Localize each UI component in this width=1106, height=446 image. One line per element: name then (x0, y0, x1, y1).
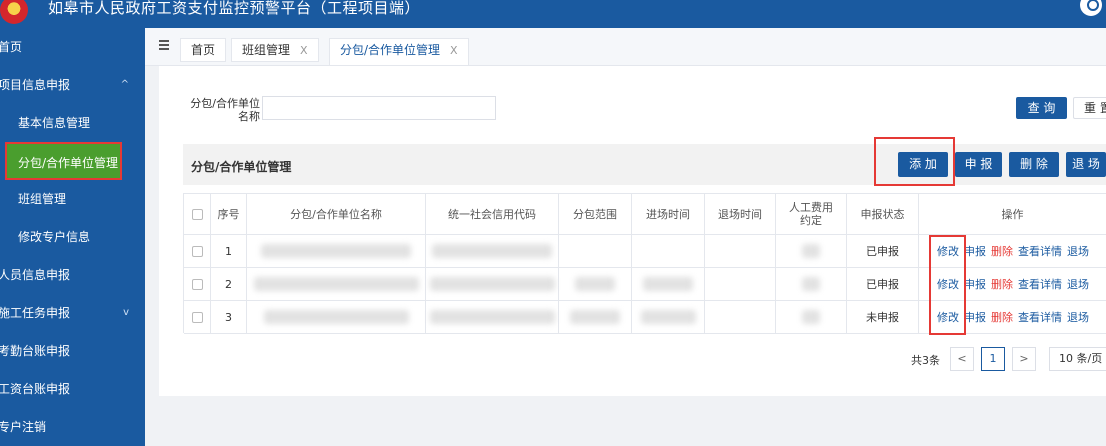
redacted-scope (559, 301, 632, 334)
menu-toggle-icon[interactable] (159, 40, 169, 50)
close-icon[interactable]: X (300, 44, 308, 57)
redacted-name (247, 268, 426, 301)
national-emblem-icon (0, 0, 28, 24)
sidebar-item-personnel[interactable]: 人员信息申报 (0, 256, 145, 294)
redacted-code (426, 235, 559, 268)
chevron-down-icon: v (123, 307, 129, 318)
declare-link[interactable]: 申报 (964, 245, 986, 258)
table-row (184, 235, 211, 268)
tab-subcontractor[interactable]: 分包/合作单位管理 X (329, 38, 469, 66)
page-size-select[interactable]: 10 条/页 (1049, 347, 1106, 371)
app-title: 如皋市人民政府工资支付监控预警平台（工程项目端） (48, 0, 421, 17)
section-title: 分包/合作单位管理 (191, 160, 292, 174)
sidebar-item-project-info[interactable]: 项目信息申报 ^ (0, 66, 145, 104)
redacted-fee (776, 301, 847, 334)
declare-link[interactable]: 申报 (964, 278, 986, 291)
sidebar-item-home[interactable]: 首页 (0, 28, 145, 66)
redacted-code (426, 301, 559, 334)
redacted-name (247, 235, 426, 268)
tab-team[interactable]: 班组管理 X (231, 38, 319, 62)
redacted-code (426, 268, 559, 301)
header-cell: 分包/合作单位名称 (247, 194, 426, 235)
header-cell: 分包范围 (559, 194, 632, 235)
sidebar-item-subcontractor[interactable]: 分包/合作单位管理 (5, 142, 122, 180)
detail-link[interactable]: 查看详情 (1018, 245, 1062, 258)
highlight-box (874, 137, 955, 186)
tab-bar: 首页 班组管理 X 分包/合作单位管理 X (145, 28, 1106, 66)
chevron-up-icon: ^ (120, 79, 129, 90)
sidebar-item-payroll[interactable]: 工资台账申报 (0, 370, 145, 408)
delete-button[interactable]: 删 除 (1009, 152, 1059, 177)
delete-link[interactable]: 删除 (991, 311, 1013, 324)
select-all-checkbox[interactable] (191, 208, 203, 220)
subcontractor-name-input[interactable] (262, 96, 496, 120)
sidebar-item-team[interactable]: 班组管理 (0, 180, 145, 218)
sidebar-item-construction[interactable]: 施工任务申报 v (0, 294, 145, 332)
app-header: 如皋市人民政府工资支付监控预警平台（工程项目端） (0, 0, 1106, 28)
redacted-fee (776, 235, 847, 268)
redacted-fee (776, 268, 847, 301)
header-cell: 退场时间 (705, 194, 776, 235)
row-checkbox[interactable] (191, 245, 203, 257)
page-1-button[interactable]: 1 (981, 347, 1005, 371)
declare-link[interactable]: 申报 (964, 311, 986, 324)
row-number: 1 (211, 235, 247, 268)
exit-button[interactable]: 退 场 (1066, 152, 1106, 177)
sidebar-item-account[interactable]: 修改专户信息 (0, 218, 145, 256)
user-avatar-icon[interactable] (1080, 0, 1102, 16)
redacted-scope (559, 268, 632, 301)
exit-link[interactable]: 退场 (1067, 245, 1089, 258)
filter-label: 分包/合作单位名称 (190, 97, 260, 123)
header-cell: 统一社会信用代码 (426, 194, 559, 235)
tab-home[interactable]: 首页 (180, 38, 227, 62)
highlight-box (929, 235, 966, 335)
row-checkbox[interactable] (191, 311, 203, 323)
header-cell: 操作 (919, 194, 1106, 235)
redacted-entry (632, 301, 705, 334)
sidebar-item-basic-info[interactable]: 基本信息管理 (0, 104, 145, 142)
detail-link[interactable]: 查看详情 (1018, 311, 1062, 324)
declare-button[interactable]: 申 报 (955, 152, 1002, 177)
header-cell: 人工费用约定 (776, 194, 847, 235)
prev-page-button[interactable]: < (950, 347, 974, 371)
table-row (184, 301, 211, 334)
sidebar-item-attendance[interactable]: 考勤台账申报 (0, 332, 145, 370)
next-page-button[interactable]: > (1012, 347, 1036, 371)
header-cell: 序号 (211, 194, 247, 235)
sidebar: 首页 项目信息申报 ^ 基本信息管理 分包/合作单位管理 班组管理 修改专户信息 … (0, 28, 145, 446)
redacted-entry (632, 268, 705, 301)
exit-link[interactable]: 退场 (1067, 311, 1089, 324)
sidebar-item-cancel-account[interactable]: 专户注销 (0, 408, 145, 446)
subcontractor-table: 序号 分包/合作单位名称 统一社会信用代码 分包范围 进场时间 退场时间 人工费… (183, 193, 1106, 334)
delete-link[interactable]: 删除 (991, 245, 1013, 258)
delete-link[interactable]: 删除 (991, 278, 1013, 291)
status-text: 已申报 (847, 235, 919, 268)
pagination-total: 共3条 (911, 354, 940, 367)
table-row (184, 268, 211, 301)
row-number: 2 (211, 268, 247, 301)
status-text: 未申报 (847, 301, 919, 334)
select-all-cell (184, 194, 211, 235)
header-cell: 申报状态 (847, 194, 919, 235)
status-text: 已申报 (847, 268, 919, 301)
header-cell: 进场时间 (632, 194, 705, 235)
query-button[interactable]: 查 询 (1016, 97, 1067, 119)
close-icon[interactable]: X (450, 44, 458, 57)
detail-link[interactable]: 查看详情 (1018, 278, 1062, 291)
exit-link[interactable]: 退场 (1067, 278, 1089, 291)
row-number: 3 (211, 301, 247, 334)
row-checkbox[interactable] (191, 278, 203, 290)
reset-button[interactable]: 重 置 (1073, 97, 1106, 119)
redacted-name (247, 301, 426, 334)
